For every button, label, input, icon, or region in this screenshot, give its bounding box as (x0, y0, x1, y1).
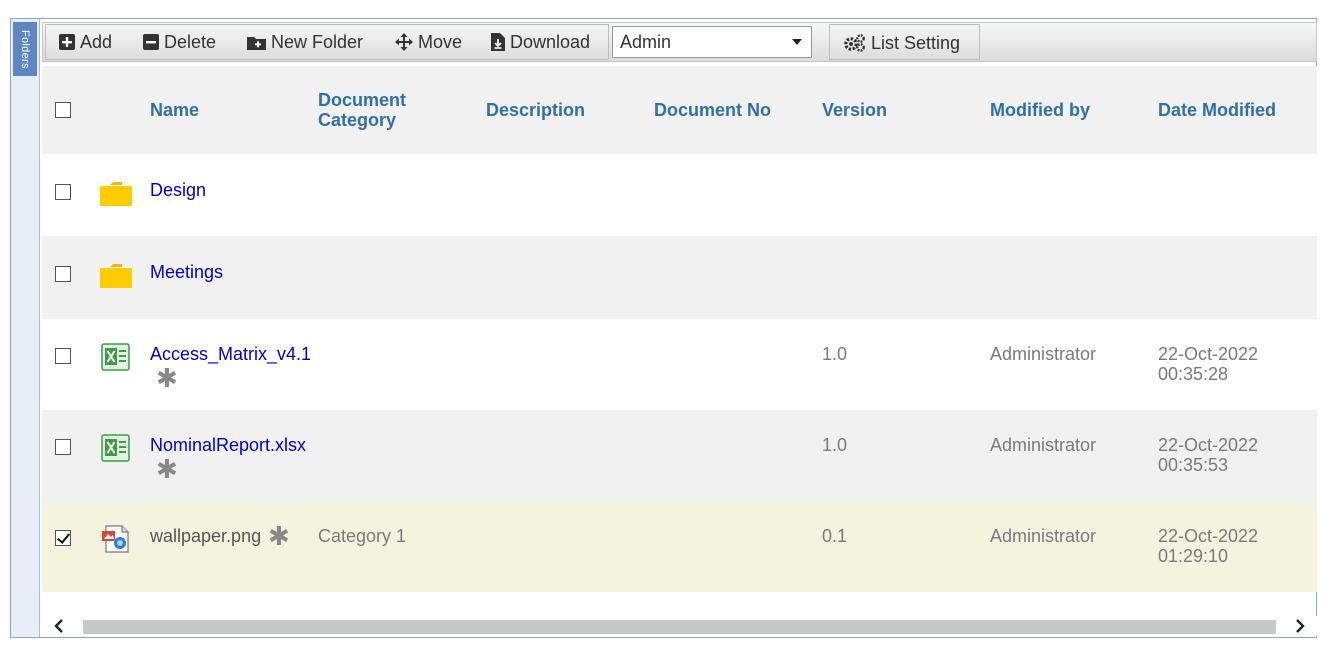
download-button[interactable]: Download (491, 23, 590, 61)
row-name-cell: Access_Matrix_v4.1 (150, 344, 310, 364)
dropdown-caret-icon (792, 39, 802, 45)
folder-select-value: Admin (620, 31, 672, 52)
row-checkbox[interactable] (55, 439, 71, 455)
list-setting-inner: List Setting (844, 24, 960, 62)
folder-plus-icon (247, 36, 266, 50)
column-header-document-no[interactable]: Document No (654, 100, 771, 120)
move-arrows-icon (395, 33, 413, 51)
row-name-link[interactable]: NominalReport.xlsx (150, 435, 306, 455)
row-name-link[interactable]: Meetings (150, 262, 223, 282)
folder-select[interactable]: Admin (612, 26, 812, 58)
folder-icon (100, 182, 132, 206)
select-all-checkbox[interactable] (55, 102, 71, 118)
horizontal-scrollbar[interactable] (42, 616, 1317, 636)
asterisk-icon: ✱ (268, 521, 290, 551)
table-row-selected[interactable]: wallpaper.png ✱ Category 1 0.1 Administr… (42, 501, 1317, 592)
table-row[interactable]: NominalReport.xlsx ✱ 1.0 Administrator 2… (42, 410, 1317, 501)
row-version: 1.0 (822, 435, 848, 455)
column-header-version[interactable]: Version (822, 100, 887, 120)
table-row[interactable]: Design (42, 154, 1317, 236)
folders-sidebar[interactable]: Folders (11, 19, 40, 637)
asterisk-icon: ✱ (156, 363, 178, 393)
column-header-date-modified[interactable]: Date Modified (1158, 100, 1276, 120)
row-name-cell: NominalReport.xlsx (150, 435, 310, 455)
row-modified-by: Administrator (990, 435, 1097, 455)
column-header-document-category[interactable]: Document Category (318, 90, 438, 130)
row-category: Category 1 (318, 526, 407, 546)
table-header-row: Name Document Category Description Docum… (42, 66, 1317, 154)
download-file-icon (491, 33, 505, 51)
toolbar: Add Delete New Folder Move Download Admi… (42, 22, 1317, 62)
new-folder-button[interactable]: New Folder (247, 23, 363, 61)
scrollbar-thumb[interactable] (83, 620, 1276, 634)
image-file-icon (102, 525, 129, 553)
excel-file-icon (101, 343, 130, 371)
table-row[interactable]: Access_Matrix_v4.1 ✱ 1.0 Administrator 2… (42, 319, 1317, 410)
row-date-modified: 22-Oct-2022 00:35:53 (1158, 435, 1258, 475)
column-header-description[interactable]: Description (486, 100, 585, 120)
row-checkbox[interactable] (55, 184, 71, 200)
row-modified-by: Administrator (990, 344, 1097, 364)
table-row[interactable]: Meetings (42, 236, 1317, 319)
row-modified-by: Administrator (990, 526, 1097, 546)
column-header-name[interactable]: Name (150, 100, 199, 120)
folders-tab-label[interactable]: Folders (13, 22, 37, 76)
list-setting-label: List Setting (871, 32, 961, 53)
row-date-modified: 22-Oct-2022 00:35:28 (1158, 344, 1258, 384)
row-version: 0.1 (822, 526, 848, 546)
delete-button-label: Delete (164, 31, 217, 52)
chevron-right-icon (1296, 619, 1305, 633)
scroll-right-button[interactable] (1283, 616, 1317, 636)
scroll-left-button[interactable] (42, 616, 76, 636)
row-time: 00:35:53 (1158, 455, 1229, 475)
row-version: 1.0 (822, 344, 848, 364)
download-button-label: Download (510, 31, 591, 52)
plus-square-icon (59, 34, 75, 50)
column-header-modified-by[interactable]: Modified by (990, 100, 1090, 120)
delete-button[interactable]: Delete (143, 23, 216, 61)
row-date: 22-Oct-2022 (1158, 344, 1259, 364)
minus-square-icon (143, 34, 159, 50)
move-button[interactable]: Move (395, 23, 462, 61)
move-button-label: Move (418, 31, 463, 52)
add-button-label: Add (80, 31, 113, 52)
row-name-link[interactable]: Design (150, 180, 206, 200)
asterisk-icon: ✱ (156, 454, 178, 484)
row-checkbox[interactable] (55, 348, 71, 364)
documents-table: Name Document Category Description Docum… (42, 66, 1317, 614)
chevron-left-icon (54, 619, 63, 633)
row-time: 00:35:28 (1158, 364, 1229, 384)
gears-icon (844, 34, 865, 52)
add-button[interactable]: Add (59, 23, 112, 61)
row-date: 22-Oct-2022 (1158, 526, 1259, 546)
row-date: 22-Oct-2022 (1158, 435, 1259, 455)
new-folder-button-label: New Folder (271, 31, 364, 52)
list-setting-button[interactable]: List Setting (829, 24, 980, 60)
row-checkbox[interactable] (55, 266, 71, 282)
row-time: 01:29:10 (1158, 546, 1229, 566)
row-checkbox-checked[interactable] (55, 530, 71, 546)
row-date-modified: 22-Oct-2022 01:29:10 (1158, 526, 1258, 566)
excel-file-icon (101, 434, 130, 462)
document-library-panel: Folders Add Delete New Folder Move Downl… (10, 18, 1317, 638)
row-name-link[interactable]: Access_Matrix_v4.1 (150, 344, 310, 364)
folder-icon (100, 264, 132, 288)
row-name[interactable]: wallpaper.png (150, 526, 261, 546)
